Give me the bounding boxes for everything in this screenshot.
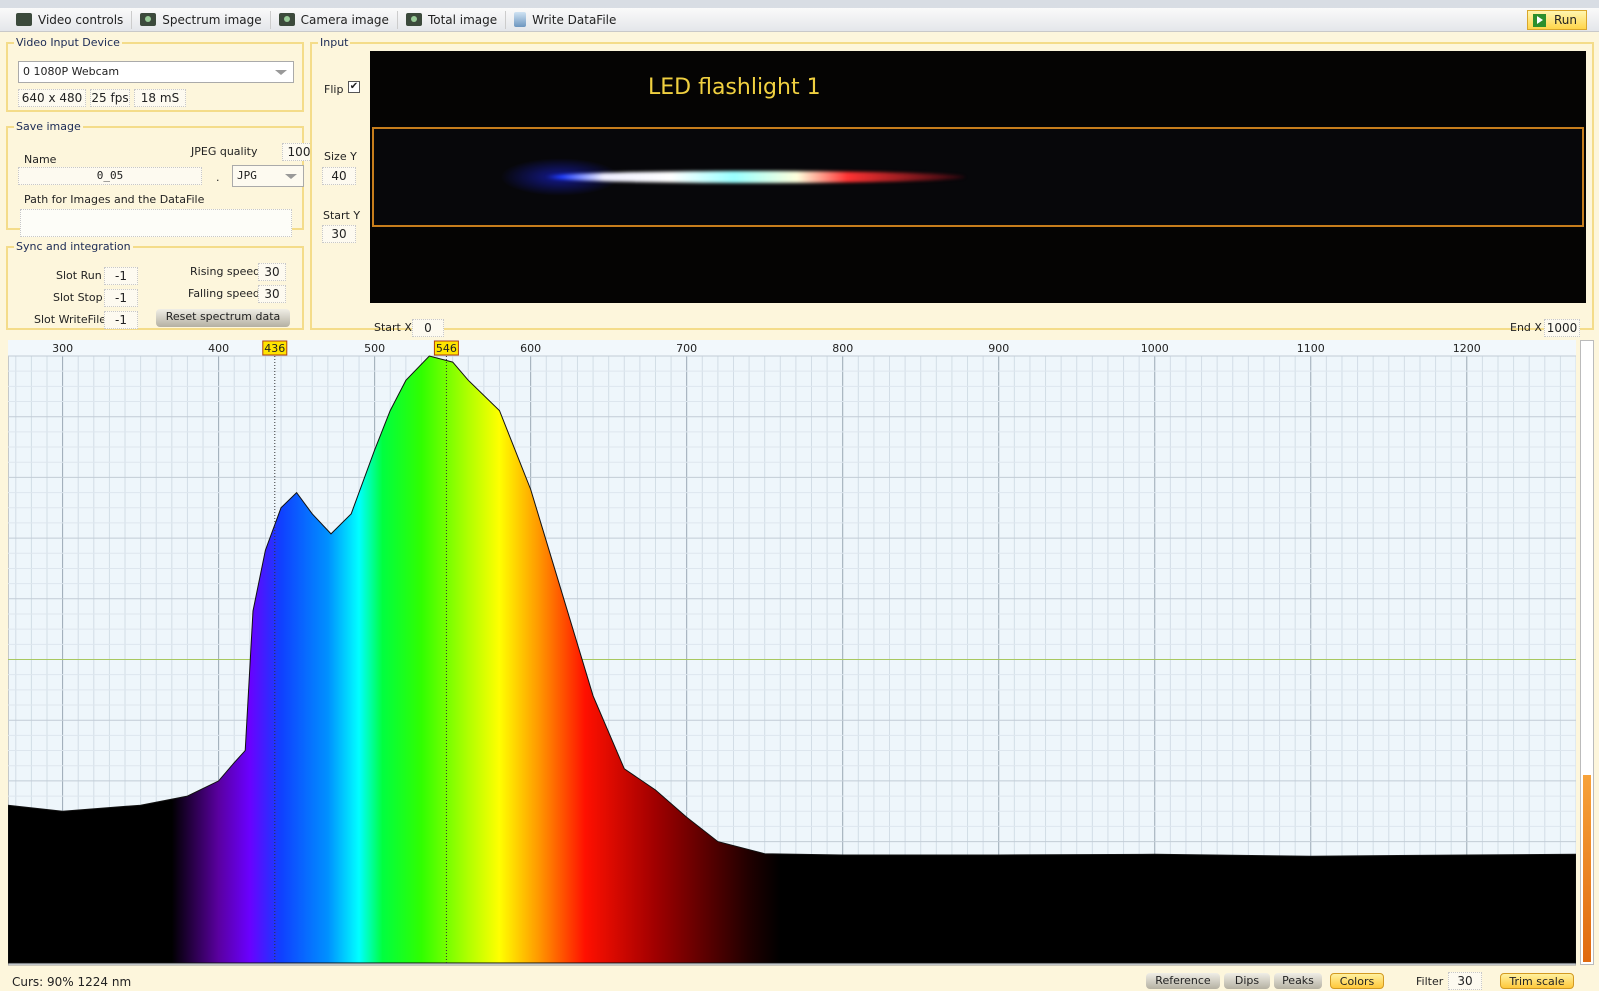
video-controls-button[interactable]: Video controls xyxy=(8,10,133,29)
toolbar: Video controls Spectrum image Camera ima… xyxy=(0,8,1599,32)
slot-writefile-label: Slot WriteFile xyxy=(34,313,107,326)
video-input-device-group: Video Input Device 0 1080P Webcam 640 x … xyxy=(6,36,304,112)
start-x-label: Start X xyxy=(374,321,412,334)
reset-spectrum-button[interactable]: Reset spectrum data xyxy=(156,309,290,327)
format-select[interactable]: JPG xyxy=(232,165,304,187)
chevron-down-icon xyxy=(285,174,297,179)
group-title: Save image xyxy=(16,120,81,133)
label: Video controls xyxy=(38,12,124,27)
jpeg-quality-label: JPEG quality xyxy=(191,145,258,158)
colors-button[interactable]: Colors xyxy=(1330,973,1384,989)
camera-icon xyxy=(405,13,422,26)
group-title: Video Input Device xyxy=(16,36,120,49)
sync-integration-group: Sync and integration Slot Run -1 Slot St… xyxy=(6,240,304,330)
device-value: 0 1080P Webcam xyxy=(23,65,120,78)
end-x-label: End X xyxy=(1510,321,1542,334)
device-select[interactable]: 0 1080P Webcam xyxy=(18,61,294,83)
axis-band xyxy=(8,340,1576,356)
play-icon xyxy=(1533,13,1546,27)
x-tick-label: 500 xyxy=(364,342,385,355)
file-icon xyxy=(514,12,527,27)
label: Spectrum image xyxy=(162,12,262,27)
rising-speed-label: Rising speed xyxy=(190,265,261,278)
slot-run-input[interactable]: -1 xyxy=(104,267,138,285)
name-label: Name xyxy=(24,153,57,166)
start-y-label: Start Y xyxy=(323,209,361,222)
filter-label: Filter xyxy=(1416,975,1444,988)
run-button[interactable]: Run xyxy=(1527,10,1587,30)
flip-checkbox[interactable]: ✔ xyxy=(348,81,360,93)
group-title: Sync and integration xyxy=(16,240,131,253)
x-tick-label: 1100 xyxy=(1297,342,1325,355)
x-tick-label: 600 xyxy=(520,342,541,355)
peaks-button[interactable]: Peaks xyxy=(1274,973,1322,989)
dips-button[interactable]: Dips xyxy=(1224,973,1270,989)
spectrum-chart[interactable]: 300 400 500 600 700 800 900 1000 1100 1200 436 546 xyxy=(8,340,1576,966)
write-datafile-button[interactable]: Write DataFile xyxy=(506,11,624,29)
size-y-input[interactable]: 40 xyxy=(322,167,356,185)
run-label: Run xyxy=(1554,13,1578,27)
save-image-group: Save image Name JPEG quality 100 0_05 . … xyxy=(6,120,316,237)
flip-label: Flip xyxy=(324,83,344,96)
dot-separator: . xyxy=(216,171,220,184)
filter-input[interactable]: 30 xyxy=(1448,972,1482,990)
title-bar xyxy=(0,0,1599,8)
total-image-button[interactable]: Total image xyxy=(398,10,507,29)
slot-run-label: Slot Run xyxy=(56,269,102,282)
marker-label: 546 xyxy=(436,342,457,355)
start-y-input[interactable]: 30 xyxy=(322,225,356,243)
x-tick-label: 800 xyxy=(832,342,853,355)
x-tick-label: 900 xyxy=(988,342,1009,355)
trim-scale-button[interactable]: Trim scale xyxy=(1500,973,1574,989)
reference-button[interactable]: Reference xyxy=(1146,973,1220,989)
group-title: Input xyxy=(320,36,349,49)
camera-icon xyxy=(278,13,295,26)
resolution-display: 640 x 480 xyxy=(18,89,86,107)
name-input[interactable]: 0_05 xyxy=(18,167,202,185)
label: Write DataFile xyxy=(532,12,617,27)
camera-title: LED flashlight 1 xyxy=(648,75,821,100)
x-tick-label: 400 xyxy=(208,342,229,355)
end-x-input[interactable]: 1000 xyxy=(1544,319,1580,337)
start-x-input[interactable]: 0 xyxy=(412,319,444,337)
path-label: Path for Images and the DataFile xyxy=(24,193,205,206)
exposure-display: 18 mS xyxy=(134,89,186,107)
x-tick-label: 1200 xyxy=(1453,342,1481,355)
x-tick-label: 300 xyxy=(52,342,73,355)
falling-speed-input[interactable]: 30 xyxy=(258,285,286,303)
rising-speed-input[interactable]: 30 xyxy=(258,263,286,281)
path-input[interactable] xyxy=(20,209,292,237)
cursor-readout: Curs: 90% 1224 nm xyxy=(12,975,132,989)
falling-speed-label: Falling speed xyxy=(188,287,260,300)
fps-display: 25 fps xyxy=(90,89,130,107)
spectrum-streak xyxy=(545,171,965,183)
x-tick-label: 700 xyxy=(676,342,697,355)
spectrum-image-button[interactable]: Spectrum image xyxy=(132,10,271,29)
camera-image-button[interactable]: Camera image xyxy=(271,10,398,29)
size-y-label: Size Y xyxy=(324,150,357,163)
chevron-down-icon xyxy=(275,70,287,75)
camera-icon xyxy=(140,13,157,26)
level-scrollbar[interactable] xyxy=(1580,340,1594,965)
slot-writefile-input[interactable]: -1 xyxy=(104,311,138,329)
slot-stop-label: Slot Stop xyxy=(53,291,103,304)
video-icon xyxy=(16,13,32,26)
label: Camera image xyxy=(300,12,389,27)
level-fill xyxy=(1583,775,1591,962)
marker-label: 436 xyxy=(264,342,285,355)
slot-stop-input[interactable]: -1 xyxy=(104,289,138,307)
label: Total image xyxy=(427,12,498,27)
x-tick-label: 1000 xyxy=(1141,342,1169,355)
format-value: JPG xyxy=(237,169,257,182)
